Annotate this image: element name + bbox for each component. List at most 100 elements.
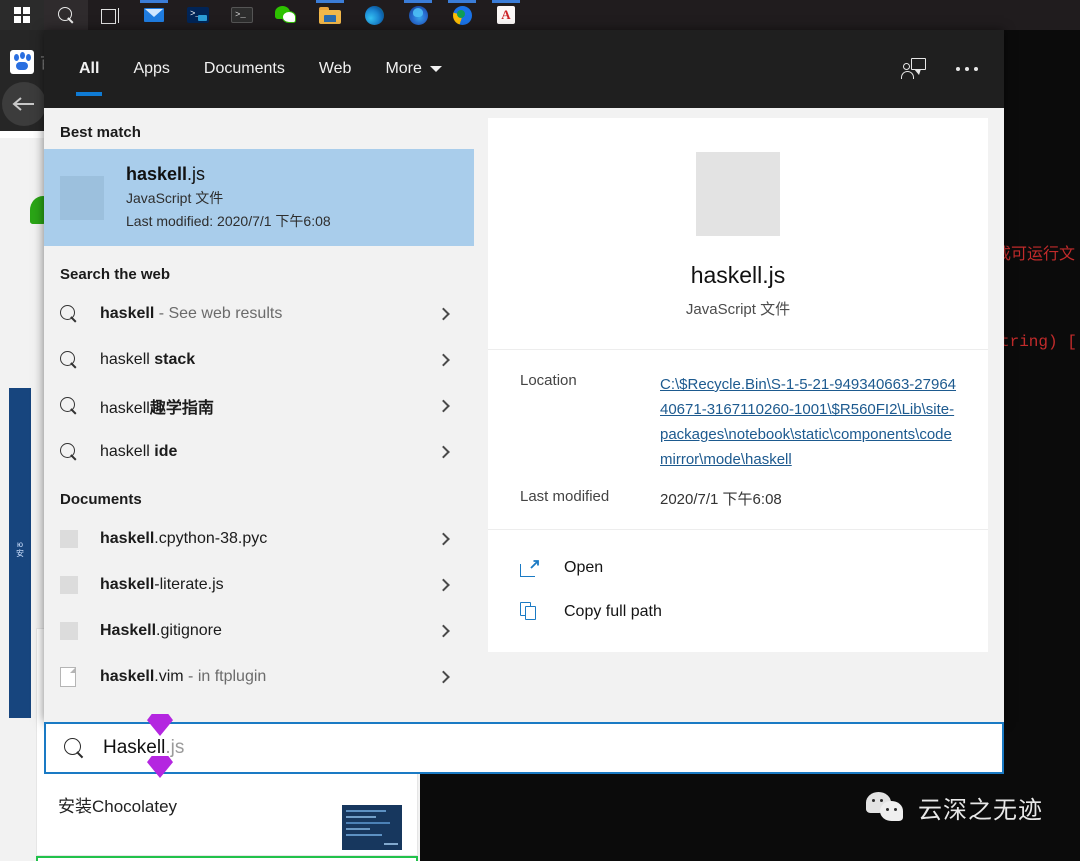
background-card-lower [36,856,418,861]
metadata-key: Last modified [520,488,610,505]
terminal-button[interactable]: >_ [220,0,264,30]
tab-documents-label: Documents [203,60,285,77]
watermark: 云深之无迹 [866,790,1043,825]
preview-metadata: Location C:\$Recycle.Bin\S-1-5-21-949340… [488,350,988,530]
firefox-icon [408,5,428,25]
powershell-button[interactable]: >_ [176,0,220,30]
chevron-right-icon [437,399,450,413]
copy-path-action[interactable]: Copy full path [520,590,988,634]
preview-pane: haskell.js JavaScript 文件 Location C:\$Re… [474,108,1004,722]
best-match-subtitle: JavaScript 文件 [126,190,224,206]
search-icon [64,737,85,759]
web-result-label: haskell - See web results [100,305,282,323]
document-result-row[interactable]: Haskell.gitignore [44,608,474,654]
metadata-value: 2020/7/1 下午6:08 [660,491,782,508]
metadata-row-location: Location C:\$Recycle.Bin\S-1-5-21-949340… [520,372,962,472]
acrobat-button[interactable]: A [484,0,528,30]
web-result-query: haskell [100,400,150,417]
best-match-text: haskell.js JavaScript 文件 Last modified: … [126,164,331,231]
web-result-query: haskell [100,351,155,368]
metadata-row-modified: Last modified 2020/7/1 下午6:08 [520,488,962,509]
search-button[interactable] [44,0,88,30]
tab-documents[interactable]: Documents [187,30,302,108]
document-result-row[interactable]: haskell.vim - in ftplugin [44,654,474,700]
document-name-rest: .vim [154,668,184,685]
folder-icon [319,6,341,24]
browser-button[interactable] [440,0,484,30]
search-input[interactable]: Haskell .js [44,722,1004,774]
web-result-label: haskell stack [100,351,195,369]
tab-all-label: All [79,60,100,77]
more-options-icon[interactable] [956,67,978,71]
web-result-suffix: 趣学指南 [149,400,214,417]
search-icon [60,442,79,462]
tab-apps[interactable]: Apps [116,30,186,108]
web-result-label: haskell趣学指南 [100,394,214,418]
document-result-label: Haskell.gitignore [100,622,222,640]
document-result-row[interactable]: haskell-literate.js [44,562,474,608]
taskbar: >_ >_ A [0,0,1080,30]
chevron-right-icon [437,578,450,592]
chevron-right-icon [437,353,450,367]
chevron-down-icon [429,66,442,72]
document-name-rest: .gitignore [156,622,222,639]
document-name-bold: haskell [100,576,155,593]
search-icon [60,304,79,324]
web-section-title: Search the web [60,266,171,283]
wechat-icon [275,6,297,24]
document-name-bold: haskell [100,530,155,547]
tab-web[interactable]: Web [302,30,369,108]
web-result-row[interactable]: haskell趣学指南 [44,383,474,429]
task-view-button[interactable] [88,0,132,30]
copy-path-action-label: Copy full path [564,603,662,620]
document-square-icon [60,622,78,640]
document-result-row[interactable]: haskell.cpython-38.pyc [44,516,474,562]
background-thumbnail-image [342,805,402,850]
file-location-link[interactable]: C:\$Recycle.Bin\S-1-5-21-949340663-27964… [660,372,960,472]
tab-all[interactable]: All [62,30,116,108]
preview-actions: Open Copy full path [488,530,988,652]
terminal-icon: >_ [231,7,253,23]
feedback-icon[interactable] [901,58,926,80]
firefox-button[interactable] [396,0,440,30]
file-icon [60,175,104,220]
web-result-query: haskell [100,305,155,322]
start-button[interactable] [0,0,44,30]
file-icon-large [696,152,780,236]
document-result-label: haskell.cpython-38.pyc [100,530,267,548]
web-result-suffix: ide [154,443,178,460]
document-result-label: haskell.vim - in ftplugin [100,668,266,686]
edge-icon [364,5,384,25]
chevron-right-icon [437,307,450,321]
search-flyout-body: Best match haskell.js JavaScript 文件 Last… [44,108,1004,722]
baidu-icon [10,50,34,74]
web-result-row[interactable]: haskell - See web results [44,291,474,337]
web-result-row[interactable]: haskell stack [44,337,474,383]
open-action[interactable]: Open [520,546,988,590]
chevron-right-icon [437,670,450,684]
copy-icon [520,602,540,622]
tab-more[interactable]: More [368,30,458,108]
document-square-icon [60,530,78,548]
acrobat-icon: A [497,6,515,24]
mail-icon [144,8,164,22]
document-name-rest: -literate.js [154,576,224,593]
search-input-value: Haskell [103,737,166,758]
document-name-bold: Haskell [100,622,157,639]
documents-section-title: Documents [60,491,142,508]
web-result-row[interactable]: haskell ide [44,429,474,475]
best-match-result[interactable]: haskell.js JavaScript 文件 Last modified: … [44,149,474,246]
search-icon [60,350,79,370]
document-name-bold: haskell [100,668,155,685]
background-article-title: 安装Chocolatey [58,797,178,816]
file-explorer-button[interactable] [308,0,352,30]
document-location-hint: - in ftplugin [183,668,267,685]
powershell-icon: >_ [187,7,209,23]
tab-more-label: More [385,60,422,77]
preview-header: haskell.js JavaScript 文件 [488,118,988,350]
edge-button[interactable] [352,0,396,30]
mail-button[interactable] [132,0,176,30]
watermark-text: 云深之无迹 [918,797,1043,824]
open-external-icon [520,559,540,577]
wechat-button[interactable] [264,0,308,30]
